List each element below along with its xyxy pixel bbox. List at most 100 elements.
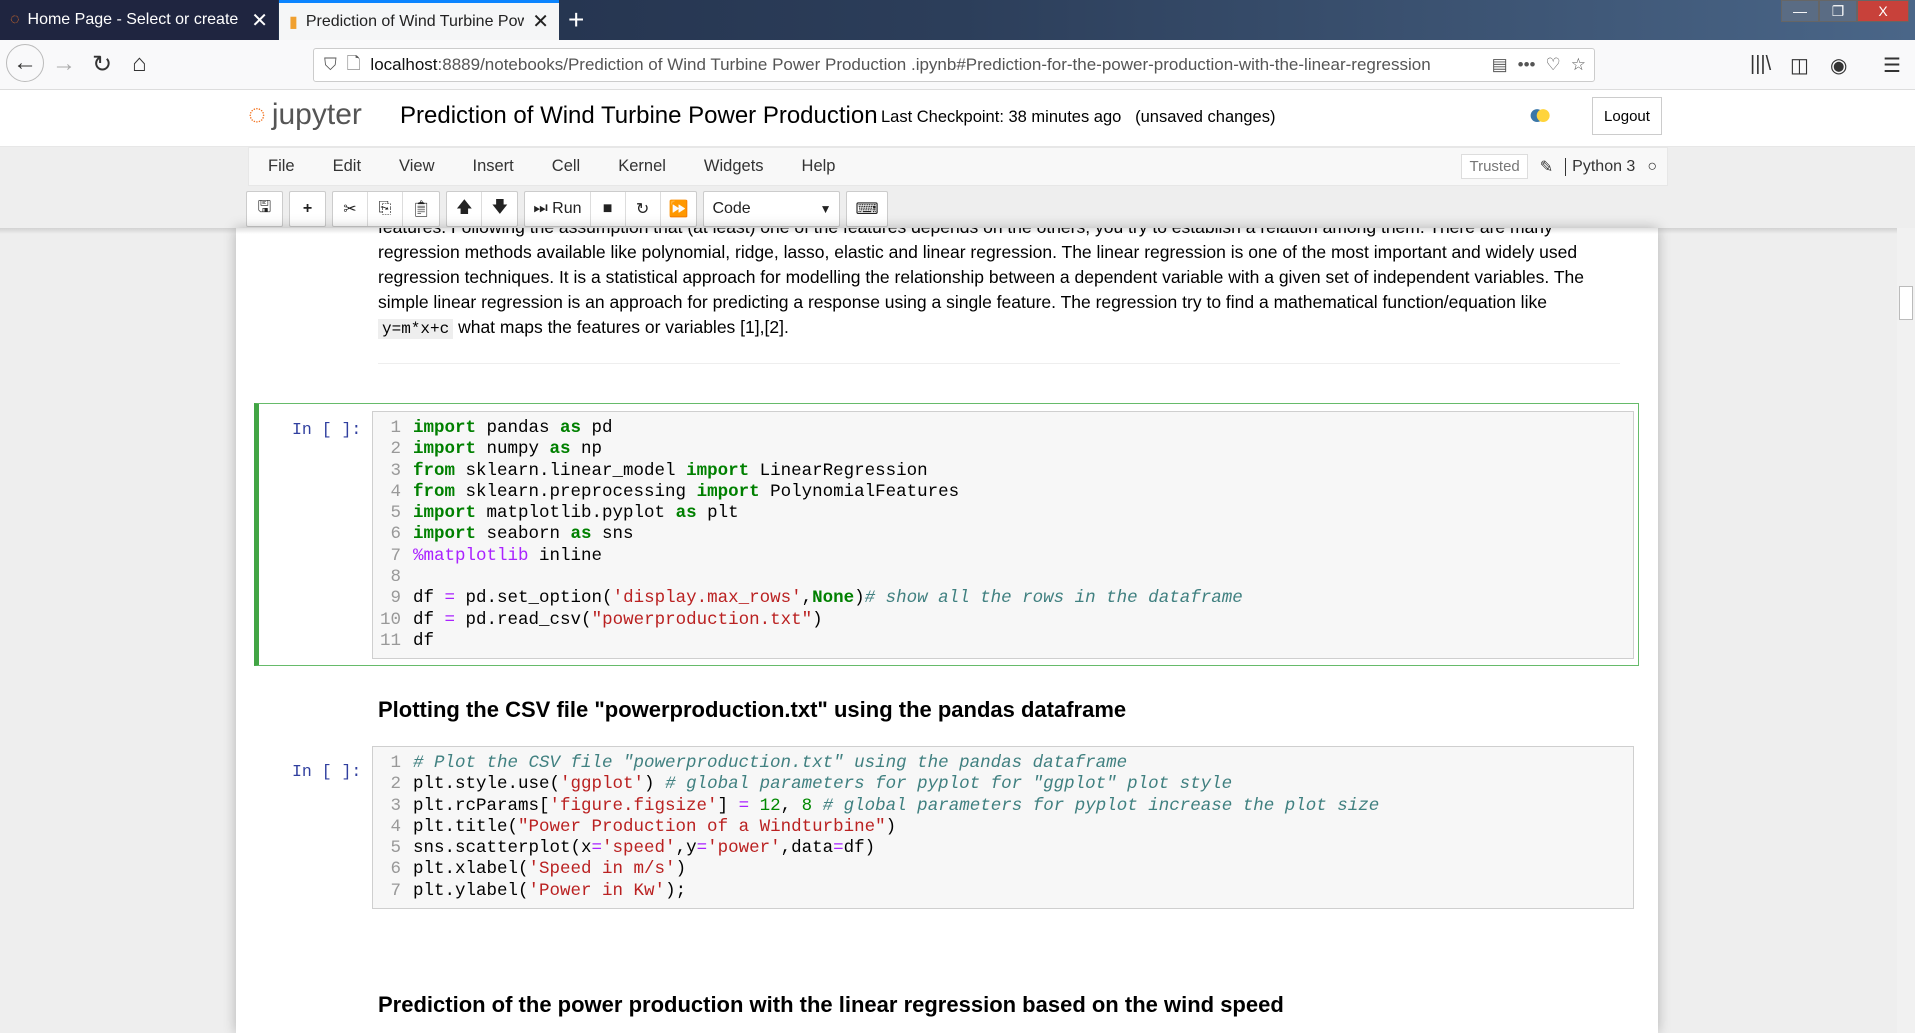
chevron-down-icon: ▼ [819, 202, 832, 216]
line-number: 2 [390, 439, 401, 460]
line-number: 6 [390, 524, 401, 545]
minimize-icon[interactable]: — [1781, 0, 1819, 22]
line-number: 1 [390, 418, 401, 438]
kernel-idle-icon: ○ [1647, 157, 1657, 175]
menu-file[interactable]: File [249, 157, 314, 176]
page-icon: 🗋 [346, 53, 361, 73]
code-line[interactable]: 5 import matplotlib.pyplot as plt [373, 503, 1633, 524]
code-line[interactable]: 3 plt.rcParams['figure.figsize'] = 12, 8 … [373, 796, 1633, 817]
code-cell[interactable]: In [ ]: 1 # Plot the CSV file "powerprodu… [254, 746, 1639, 911]
code-line[interactable]: 9 df = pd.set_option('display.max_rows',N… [373, 588, 1633, 609]
scrollbar[interactable] [1897, 228, 1915, 1033]
code-text: plt.title("Power Production of a Windtur… [413, 816, 897, 837]
reader-view-icon[interactable]: ▤ [1492, 55, 1508, 75]
code-editor[interactable]: 1 import pandas as pd 2 import numpy as np 3… [372, 411, 1634, 660]
restart-icon[interactable]: ↻ [626, 192, 661, 226]
library-icon[interactable]: |||\ [1750, 53, 1771, 76]
menu-cell[interactable]: Cell [533, 157, 599, 176]
close-window-icon[interactable]: X [1857, 0, 1909, 22]
tab-home[interactable]: ◌Home Page - Select or create a notebook… [0, 0, 278, 40]
cell-type-select[interactable]: Code ▼ [704, 192, 839, 226]
line-number: 5 [390, 503, 401, 524]
line-number: 3 [390, 795, 401, 816]
reload-icon[interactable]: ↻ [92, 50, 112, 79]
line-number: 7 [390, 880, 401, 901]
code-text: sns.scatterplot(x='speed',y='power',data… [413, 838, 876, 859]
notebook-tab-icon: ▮ [289, 13, 298, 31]
more-icon[interactable]: ••• [1518, 55, 1536, 75]
interrupt-icon[interactable]: ■ [591, 192, 626, 226]
markdown-cell[interactable]: features. Following the assumption that … [378, 228, 1588, 342]
menu-bar: File Edit View Insert Cell Kernel Widget… [248, 147, 1668, 186]
logout-button[interactable]: Logout [1592, 97, 1662, 135]
back-icon[interactable]: ← [6, 44, 44, 82]
menu-widgets[interactable]: Widgets [685, 157, 783, 176]
forward-icon[interactable]: → [52, 50, 76, 78]
line-number: 10 [379, 609, 401, 630]
restore-icon[interactable]: ❐ [1819, 0, 1857, 22]
code-line[interactable]: 4 from sklearn.preprocessing import Polyn… [373, 482, 1633, 503]
code-line[interactable]: 3 from sklearn.linear_model import Linear… [373, 461, 1633, 482]
menu-kernel[interactable]: Kernel [599, 157, 685, 176]
code-line[interactable]: 4 plt.title("Power Production of a Windtu… [373, 817, 1633, 838]
code-line[interactable]: 7 plt.ylabel('Power in Kw'); [373, 881, 1633, 902]
tab-bar: ◌Home Page - Select or create a notebook… [0, 0, 1915, 40]
toolbar-shadow [0, 228, 1915, 234]
run-all-icon[interactable]: ⏩ [661, 192, 697, 226]
code-editor[interactable]: 1 # Plot the CSV file "powerproduction.tx… [372, 746, 1634, 910]
menu-help[interactable]: Help [783, 157, 855, 176]
menu-view[interactable]: View [380, 157, 453, 176]
keyboard-shortcuts-icon[interactable]: ⌨ [847, 192, 886, 226]
code-cell-selected[interactable]: In [ ]: 1 import pandas as pd 2 import nump… [254, 403, 1639, 666]
bookmark-star-icon[interactable]: ☆ [1571, 55, 1594, 75]
divider [378, 363, 1620, 364]
notebook-title[interactable]: Prediction of Wind Turbine Power Product… [400, 102, 878, 130]
menu-insert[interactable]: Insert [454, 157, 533, 176]
url-text[interactable]: localhost:8889/notebooks/Prediction of W… [370, 55, 1481, 75]
code-text: plt.xlabel('Speed in m/s') [413, 859, 687, 880]
close-tab-icon[interactable]: ✕ [532, 9, 549, 34]
code-line[interactable]: 7 %matplotlib inline [373, 546, 1633, 567]
insert-cell-icon[interactable]: + [290, 192, 325, 226]
menu-edit[interactable]: Edit [314, 157, 380, 176]
move-down-icon[interactable]: 🡇 [482, 192, 517, 226]
code-line[interactable]: 8 [373, 567, 1633, 588]
copy-icon[interactable]: ⎘ [368, 192, 403, 226]
tab-notebook[interactable]: ▮Prediction of Wind Turbine Power Produc… [279, 0, 559, 40]
code-line[interactable]: 11 df [373, 631, 1633, 652]
new-tab-button[interactable]: + [568, 4, 584, 36]
code-text: %matplotlib inline [413, 545, 603, 566]
pocket-icon[interactable]: ♡ [1546, 55, 1561, 75]
trusted-badge[interactable]: Trusted [1461, 154, 1528, 179]
kernel-name[interactable]: Python 3 [1565, 157, 1635, 176]
home-icon[interactable]: ⌂ [132, 50, 147, 78]
code-text: plt.rcParams['figure.figsize'] = 12, 8 #… [413, 795, 1380, 816]
shield-icon[interactable]: ⛉ [324, 55, 337, 75]
save-icon[interactable]: 🖫 [247, 192, 282, 226]
menu-icon[interactable]: ☰ [1883, 53, 1901, 78]
paste-icon[interactable]: 📋︎ [403, 192, 439, 226]
jupyter-logo[interactable]: ◌ jupyter [248, 98, 362, 132]
line-number: 3 [390, 460, 401, 481]
move-up-icon[interactable]: 🡅 [447, 192, 483, 226]
cut-icon[interactable]: ✂ [333, 192, 368, 226]
code-line[interactable]: 6 plt.xlabel('Speed in m/s') [373, 859, 1633, 880]
notebook-toolbar: 🖫 + ✂ ⎘ 📋︎ 🡅 🡇 ⏭ Run ■ ↻ ⏩ Code ▼ ⌨ [246, 191, 888, 227]
run-button[interactable]: ⏭ Run [525, 192, 591, 226]
code-text: plt.style.use('ggplot') # global paramet… [413, 774, 1233, 795]
scrollbar-thumb[interactable] [1899, 286, 1913, 320]
code-line[interactable]: 1 # Plot the CSV file "powerproduction.tx… [373, 753, 1633, 774]
code-line[interactable]: 1 import pandas as pd [373, 418, 1633, 439]
close-tab-icon[interactable]: ✕ [251, 8, 268, 33]
code-line[interactable]: 6 import seaborn as sns [373, 524, 1633, 545]
code-line[interactable]: 5 sns.scatterplot(x='speed',y='power',dat… [373, 838, 1633, 859]
code-line[interactable]: 2 import numpy as np [373, 439, 1633, 460]
sidebar-icon[interactable]: ◫ [1790, 53, 1809, 78]
jupyter-logo-icon: ◌ [248, 98, 266, 131]
url-bar[interactable]: ⛉ 🗋 localhost:8889/notebooks/Prediction o… [313, 48, 1595, 82]
line-number: 4 [390, 816, 401, 837]
input-prompt: In [ ]: [292, 420, 362, 439]
code-line[interactable]: 10 df = pd.read_csv("powerproduction.txt"… [373, 610, 1633, 631]
account-icon[interactable]: ◉ [1830, 53, 1847, 78]
code-line[interactable]: 2 plt.style.use('ggplot') # global parame… [373, 774, 1633, 795]
